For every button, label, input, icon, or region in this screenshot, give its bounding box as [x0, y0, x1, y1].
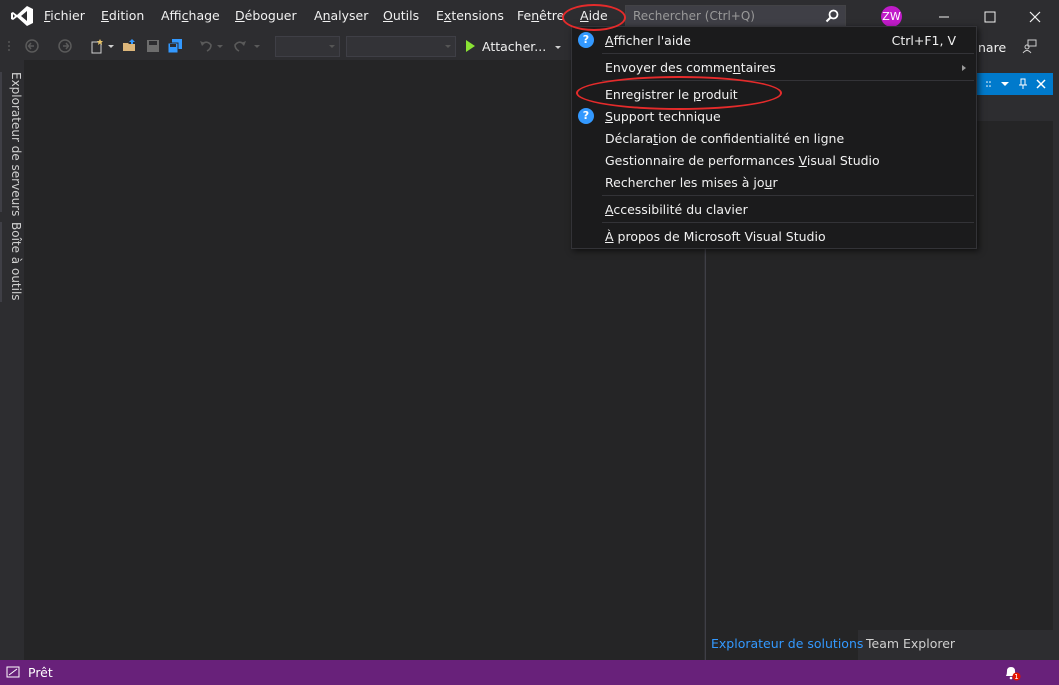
menu-separator — [602, 53, 974, 54]
search-input[interactable]: Rechercher (Ctrl+Q) — [625, 5, 846, 27]
notification-bell-icon[interactable]: 1 — [1003, 665, 1021, 681]
help-icon: ? — [578, 108, 594, 124]
pin-icon[interactable] — [1016, 77, 1030, 91]
configuration-select[interactable] — [275, 36, 340, 57]
menu-fenetre[interactable]: Fenêtre — [517, 8, 564, 26]
back-icon[interactable] — [24, 38, 40, 54]
play-icon — [466, 40, 475, 52]
help-icon: ? — [578, 32, 594, 48]
menu-deboguer[interactable]: Déboguer — [235, 8, 297, 26]
platform-select[interactable] — [346, 36, 456, 57]
menu-edition[interactable]: Edition — [101, 8, 144, 26]
chevron-down-icon — [555, 46, 562, 49]
status-icon — [6, 666, 20, 678]
save-all-icon[interactable] — [167, 38, 183, 54]
grip-icon — [986, 81, 991, 87]
menu-fichier[interactable]: Fichier — [44, 8, 85, 26]
menu-affichage[interactable]: Affichage — [161, 8, 220, 26]
help-menu-dropdown: ? Afficher l'aide Ctrl+F1, V Envoyer des… — [571, 26, 977, 249]
annotation-circle-aide — [562, 4, 626, 31]
panel-tab-strip: Explorateur de solutions Team Explorer — [706, 630, 1053, 660]
left-tool-strip: Explorateur de serveurs Boîte à outils — [0, 60, 24, 660]
menu-analyser[interactable]: Analyser — [314, 8, 368, 26]
attach-button[interactable]: Attacher... — [466, 39, 562, 54]
tab-toolbox[interactable]: Boîte à outils — [0, 222, 23, 302]
chevron-down-icon[interactable] — [107, 38, 115, 54]
search-placeholder: Rechercher (Ctrl+Q) — [633, 9, 755, 23]
open-folder-icon[interactable] — [122, 38, 138, 54]
visual-studio-logo-icon — [11, 6, 33, 26]
user-avatar[interactable]: ZW — [881, 6, 902, 27]
menu-item-privacy-statement[interactable]: Déclaration de confidentialité en ligne — [572, 127, 976, 149]
menu-separator — [602, 222, 974, 223]
shortcut-label: Ctrl+F1, V — [891, 33, 956, 48]
menu-item-check-updates[interactable]: Rechercher les mises à jour — [572, 171, 976, 193]
notification-count: 1 — [1014, 673, 1018, 681]
close-icon[interactable] — [1034, 77, 1048, 91]
share-button-label[interactable]: nare — [978, 40, 1006, 55]
maximize-icon[interactable] — [979, 6, 1001, 28]
menu-item-show-help[interactable]: ? Afficher l'aide Ctrl+F1, V — [572, 29, 976, 51]
menu-separator — [602, 195, 974, 196]
status-text: Prêt — [28, 665, 53, 680]
save-icon[interactable] — [145, 38, 161, 54]
search-icon — [825, 9, 839, 23]
redo-icon[interactable] — [232, 38, 248, 54]
menu-item-keyboard-accessibility[interactable]: Accessibilité du clavier — [572, 198, 976, 220]
menu-item-send-feedback[interactable]: Envoyer des commentaires — [572, 56, 976, 78]
chevron-down-icon[interactable] — [253, 38, 261, 54]
grip-icon — [8, 41, 10, 51]
forward-icon[interactable] — [57, 38, 73, 54]
minimize-icon[interactable] — [933, 6, 955, 28]
submenu-arrow-icon — [962, 65, 966, 71]
status-bar: Prêt 1 — [0, 660, 1059, 685]
annotation-circle-register — [576, 76, 782, 110]
menu-item-performance-manager[interactable]: Gestionnaire de performances Visual Stud… — [572, 149, 976, 171]
menu-outils[interactable]: Outils — [383, 8, 419, 26]
close-icon[interactable] — [1024, 6, 1046, 28]
menu-extensions[interactable]: Extensions — [436, 8, 504, 26]
tab-server-explorer[interactable]: Explorateur de serveurs — [0, 72, 23, 216]
undo-icon[interactable] — [198, 38, 214, 54]
menu-item-technical-support[interactable]: ? Support technique — [572, 105, 976, 127]
chevron-down-icon[interactable] — [998, 77, 1012, 91]
menu-item-about[interactable]: À propos de Microsoft Visual Studio — [572, 225, 976, 247]
tab-solution-explorer[interactable]: Explorateur de solutions — [711, 636, 863, 651]
feedback-icon[interactable] — [1022, 38, 1038, 54]
chevron-down-icon[interactable] — [216, 38, 224, 54]
new-project-icon[interactable] — [89, 38, 105, 54]
tab-team-explorer[interactable]: Team Explorer — [866, 636, 955, 651]
